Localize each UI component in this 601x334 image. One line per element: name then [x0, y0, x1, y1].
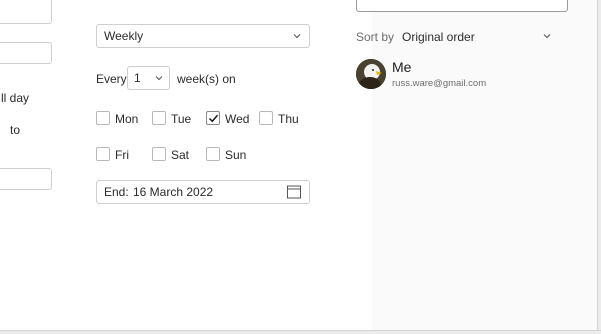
checkbox[interactable]: [259, 111, 273, 125]
start-time-field[interactable]: [0, 42, 52, 64]
start-date-field[interactable]: [0, 0, 52, 24]
checkbox[interactable]: [152, 111, 166, 125]
attendee-search-input[interactable]: [356, 0, 568, 12]
calendar-icon[interactable]: [287, 185, 301, 199]
end-label: End:: [104, 185, 129, 199]
checkbox[interactable]: [96, 111, 110, 125]
checkbox[interactable]: [96, 147, 110, 161]
interval-select[interactable]: 1: [127, 66, 170, 90]
checkbox[interactable]: [206, 111, 220, 125]
attendee-email: russ.ware@gmail.com: [392, 78, 487, 89]
attendees-panel-background: [372, 0, 601, 334]
checkbox[interactable]: [152, 147, 166, 161]
recurrence-window: ll day to Weekly Every 1 week(s) on Mon …: [0, 0, 601, 334]
every-label: Every: [96, 72, 127, 86]
all-day-label: ll day: [1, 91, 30, 105]
end-date-picker[interactable]: End: 16 March 2022: [96, 180, 310, 204]
sort-select[interactable]: Original order: [400, 26, 555, 46]
sort-value: Original order: [402, 30, 475, 44]
day-label: Thu: [278, 112, 299, 126]
day-label: Mon: [115, 112, 139, 126]
checkmark-icon: [208, 114, 219, 123]
window-edge-right: [597, 0, 601, 334]
end-time-field[interactable]: [0, 168, 52, 190]
sort-label: Sort by: [356, 30, 395, 44]
chevron-down-icon: [155, 74, 163, 82]
interval-unit-label: week(s) on: [177, 72, 236, 86]
end-date-value: 16 March 2022: [133, 185, 214, 199]
interval-value: 1: [134, 71, 141, 85]
day-label: Tue: [171, 112, 192, 126]
frequency-value: Weekly: [104, 29, 144, 43]
day-label: Sat: [171, 148, 190, 162]
attendee-name: Me: [392, 59, 412, 75]
day-label: Fri: [115, 148, 129, 162]
frequency-select[interactable]: Weekly: [96, 24, 310, 48]
to-label: to: [10, 123, 21, 137]
window-edge-bottom: [0, 330, 601, 334]
day-label: Wed: [225, 112, 250, 126]
day-label: Sun: [225, 148, 247, 162]
checkbox[interactable]: [206, 147, 220, 161]
chevron-down-icon: [543, 32, 551, 40]
avatar: [356, 59, 386, 89]
chevron-down-icon: [293, 32, 301, 40]
